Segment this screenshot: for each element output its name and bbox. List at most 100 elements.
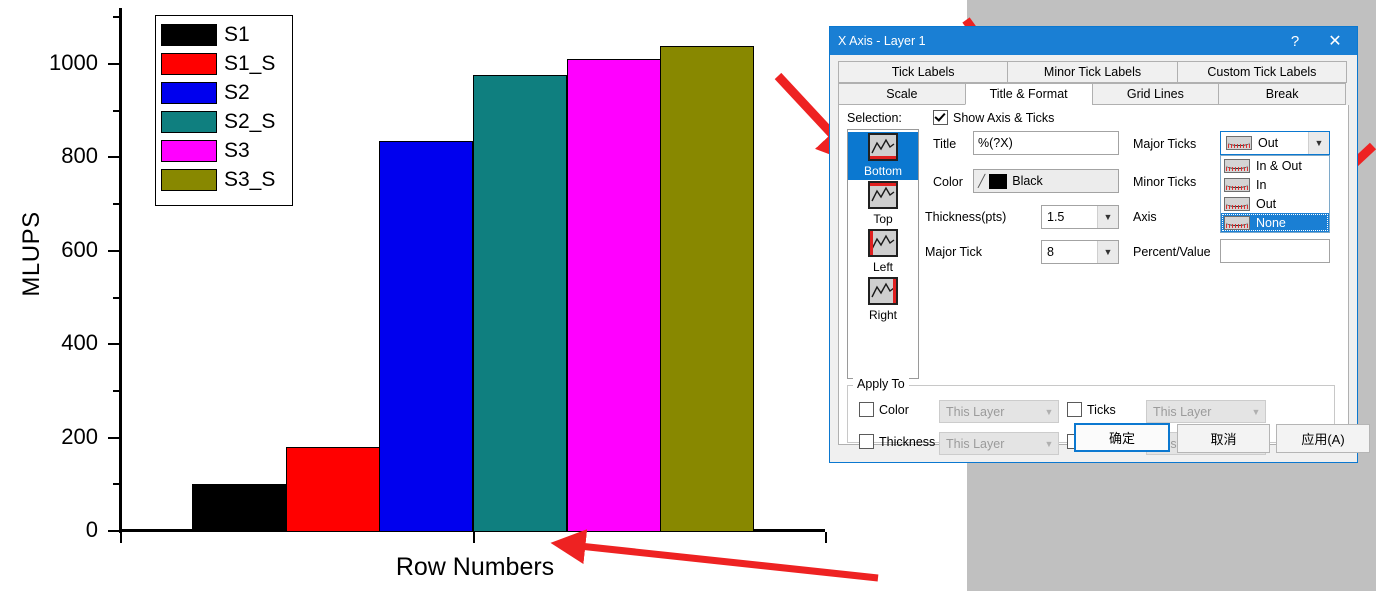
tab-panel-title-format: Selection: Bottom Top Left Right Show Axis …: [838, 105, 1349, 455]
y-tick-minor: [113, 296, 120, 299]
tab-strip[interactable]: Tick Labels Minor Tick Labels Custom Tick …: [830, 55, 1357, 105]
y-tick-minor: [113, 109, 120, 112]
apply-ticks-scope-combobox[interactable]: This Layer ▼: [1146, 400, 1266, 423]
chevron-down-icon[interactable]: ▼: [1308, 132, 1329, 154]
bar-s3_s: [660, 45, 754, 532]
tab-title-format[interactable]: Title & Format: [964, 83, 1093, 105]
color-field-label: Color: [933, 175, 963, 189]
apply-thickness-scope-combobox[interactable]: This Layer ▼: [939, 432, 1059, 455]
tick-style-icon: [1224, 215, 1250, 230]
apply-ticks-checkbox[interactable]: Ticks: [1067, 402, 1116, 417]
chevron-down-icon[interactable]: ▼: [1097, 206, 1118, 228]
apply-ticks-scope-value: This Layer: [1153, 404, 1212, 419]
selection-item-top[interactable]: Top: [848, 180, 918, 228]
major-tick-value: 8: [1047, 245, 1054, 259]
chevron-down-icon[interactable]: ▼: [1247, 407, 1265, 417]
tab-scale[interactable]: Scale: [838, 83, 966, 105]
dropdown-option-none[interactable]: None: [1221, 213, 1329, 232]
tab-tick-labels[interactable]: Tick Labels: [838, 61, 1009, 83]
show-axis-ticks-checkbox[interactable]: Show Axis & Ticks: [933, 110, 1054, 125]
thickness-label: Thickness(pts): [925, 210, 1007, 224]
tab-break[interactable]: Break: [1218, 83, 1346, 105]
tick-style-icon: [1224, 158, 1250, 173]
y-tick-major: [108, 436, 120, 439]
chevron-down-icon[interactable]: ▼: [1097, 241, 1118, 263]
selection-item-label: Right: [868, 308, 897, 322]
checkbox-icon[interactable]: [1067, 402, 1082, 417]
apply-thickness-label: Thickness: [879, 434, 936, 449]
thickness-combobox[interactable]: 1.5 ▼: [1041, 205, 1119, 229]
tab-custom-tick-labels[interactable]: Custom Tick Labels: [1176, 61, 1348, 83]
color-picker-button[interactable]: ╱ Black: [973, 169, 1119, 193]
ok-button[interactable]: 确定: [1074, 423, 1170, 452]
x-axis-layer-dialog[interactable]: X Axis - Layer 1 ? ✕ Tick Labels Minor Ti…: [829, 26, 1370, 463]
selection-item-bottom[interactable]: Bottom: [848, 132, 918, 180]
percent-value-label: Percent/Value: [1133, 245, 1211, 259]
apply-thickness-checkbox[interactable]: Thickness: [859, 434, 935, 449]
y-tick-label: 1000: [49, 50, 98, 76]
selection-item-label: Bottom: [863, 164, 902, 178]
color-value: Black: [1012, 174, 1043, 188]
dialog-titlebar[interactable]: X Axis - Layer 1 ? ✕: [830, 27, 1357, 55]
axis-label: Axis: [1133, 210, 1157, 224]
checkbox-icon[interactable]: [859, 434, 874, 449]
axis-selection-list[interactable]: Bottom Top Left Right: [847, 129, 919, 379]
percent-value-input[interactable]: [1220, 239, 1330, 263]
x-axis-title: Row Numbers: [395, 553, 555, 581]
tab-minor-tick-labels[interactable]: Minor Tick Labels: [1007, 61, 1178, 83]
y-axis-line: [119, 8, 122, 533]
axis-bottom-icon: [868, 133, 898, 161]
dropdown-option-label: None: [1256, 215, 1286, 230]
y-tick-minor: [113, 389, 120, 392]
apply-color-label: Color: [879, 402, 909, 417]
dropdown-option-out[interactable]: Out: [1221, 194, 1329, 213]
tab-grid-lines[interactable]: Grid Lines: [1091, 83, 1220, 105]
legend-entry: S1: [161, 20, 287, 49]
legend-label: S3_S: [224, 168, 276, 191]
checkbox-icon[interactable]: [933, 110, 948, 125]
dialog-title: X Axis - Layer 1: [838, 34, 926, 48]
selection-item-left[interactable]: Left: [848, 228, 918, 276]
checkbox-icon[interactable]: [859, 402, 874, 417]
selection-item-right[interactable]: Right: [848, 276, 918, 324]
selection-label: Selection:: [847, 111, 902, 125]
help-icon[interactable]: ?: [1275, 27, 1315, 55]
legend-label: S2_S: [224, 110, 276, 133]
apply-color-scope-value: This Layer: [946, 404, 1005, 419]
dropdown-option-in[interactable]: In: [1221, 175, 1329, 194]
major-ticks-dropdown-list[interactable]: In & Out In Out None: [1220, 155, 1330, 233]
axis-edge-marker: [870, 183, 896, 186]
color-swatch: [989, 173, 1008, 189]
apply-button[interactable]: 应用(A): [1276, 424, 1370, 453]
title-input[interactable]: %(?X): [973, 131, 1119, 155]
legend-swatch: [161, 52, 217, 75]
legend-label: S1: [224, 23, 250, 46]
x-tick-major: [120, 532, 122, 543]
apply-color-checkbox[interactable]: Color: [859, 402, 909, 417]
axis-right-icon: [868, 277, 898, 305]
chart-legend: S1 S1_S S2 S2_S S3 S3_S: [155, 15, 293, 206]
dropdown-option-in-out[interactable]: In & Out: [1221, 156, 1329, 175]
apply-thickness-scope-value: This Layer: [946, 436, 1005, 451]
dropdown-option-label: Out: [1256, 196, 1277, 211]
legend-entry: S1_S: [161, 49, 287, 78]
apply-ticks-label: Ticks: [1087, 402, 1116, 417]
y-tick-minor: [113, 203, 120, 206]
major-tick-combobox[interactable]: 8 ▼: [1041, 240, 1119, 264]
y-tick-major: [108, 530, 120, 532]
chevron-down-icon[interactable]: ▼: [1040, 407, 1058, 417]
minor-ticks-label: Minor Ticks: [1133, 175, 1197, 189]
chevron-down-icon[interactable]: ▼: [1040, 439, 1058, 449]
y-tick-label: 800: [61, 143, 98, 169]
y-axis-title: MLUPS: [18, 211, 45, 297]
legend-entry: S2: [161, 78, 287, 107]
tick-style-icon: [1224, 196, 1250, 211]
close-icon[interactable]: ✕: [1315, 27, 1355, 55]
selection-item-label: Top: [873, 212, 893, 226]
legend-swatch: [161, 168, 217, 191]
cancel-button[interactable]: 取消: [1177, 424, 1270, 453]
y-tick-major: [108, 249, 120, 252]
bar-s1_s: [286, 446, 380, 532]
apply-color-scope-combobox[interactable]: This Layer ▼: [939, 400, 1059, 423]
major-ticks-combobox[interactable]: Out ▼: [1220, 131, 1330, 155]
